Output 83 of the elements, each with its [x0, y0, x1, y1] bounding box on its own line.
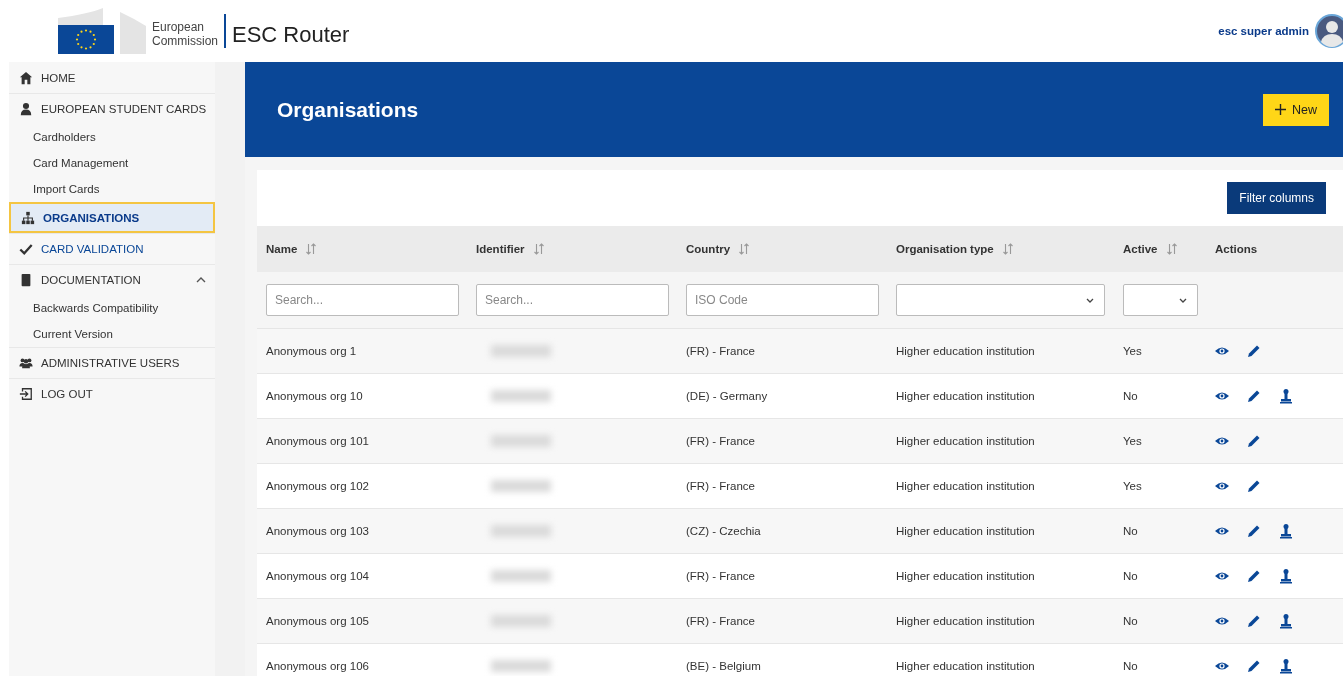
logo-text: Commission [152, 34, 218, 48]
new-button[interactable]: New [1263, 93, 1329, 126]
edit-pencil-icon[interactable] [1246, 523, 1262, 539]
table-cell: Higher education institution [896, 435, 1035, 447]
column-header[interactable]: Active [1123, 243, 1158, 255]
stamp-icon[interactable] [1278, 388, 1294, 404]
table-cell: Anonymous org 10 [266, 390, 363, 402]
table-cell: (DE) - Germany [686, 390, 768, 402]
table-cell: No [1123, 525, 1138, 537]
table-cell: Anonymous org 1 [266, 345, 357, 357]
column-header[interactable]: Country [686, 243, 731, 255]
edit-pencil-icon[interactable] [1246, 478, 1262, 494]
users-icon [19, 356, 33, 370]
table-cell: Higher education institution [896, 480, 1035, 492]
table-cell: (FR) - France [686, 615, 755, 627]
filter-columns-button[interactable]: Filter columns [1227, 182, 1326, 214]
person-icon [19, 102, 33, 116]
blurred-text [491, 570, 551, 582]
hierarchy-icon [21, 210, 35, 225]
edit-pencil-icon[interactable] [1246, 433, 1262, 449]
table-cell: Anonymous org 103 [266, 525, 369, 537]
column-header[interactable]: Identifier [476, 243, 525, 255]
table-cell: Yes [1123, 345, 1142, 357]
edit-pencil-icon[interactable] [1246, 388, 1262, 404]
sidebar-item[interactable]: ADMINISTRATIVE USERS [9, 347, 215, 378]
sidebar-item[interactable]: DOCUMENTATION [9, 264, 215, 295]
sidebar-subitem[interactable]: Import Cards [9, 176, 215, 202]
table-cell: Anonymous org 106 [266, 660, 369, 672]
sidebar-item[interactable]: HOME [9, 62, 215, 93]
edit-pencil-icon[interactable] [1246, 343, 1262, 359]
edit-pencil-icon[interactable] [1246, 658, 1262, 674]
blurred-text [491, 480, 551, 492]
table-cell: (FR) - France [686, 435, 755, 447]
edit-pencil-icon[interactable] [1246, 613, 1262, 629]
logo-text: European [152, 20, 206, 34]
book-icon [19, 273, 33, 287]
table-cell: No [1123, 570, 1138, 582]
table-cell: Yes [1123, 435, 1142, 447]
column-header: Actions [1215, 243, 1258, 255]
check-icon [19, 242, 33, 256]
table-cell: (BE) - Belgium [686, 660, 761, 672]
table-cell: Higher education institution [896, 570, 1035, 582]
column-header[interactable]: Organisation type [896, 243, 994, 255]
page-title: Organisations [277, 97, 419, 122]
table-cell: Higher education institution [896, 525, 1035, 537]
search-field[interactable]: ISO Code [686, 284, 879, 316]
sidebar-item[interactable]: ORGANISATIONS [9, 202, 215, 233]
stamp-icon[interactable] [1278, 658, 1294, 674]
table-cell: Anonymous org 101 [266, 435, 369, 447]
edit-pencil-icon[interactable] [1246, 568, 1262, 584]
blurred-text [491, 390, 551, 402]
home-icon [19, 70, 33, 85]
table-cell: Anonymous org 105 [266, 615, 369, 627]
stamp-icon[interactable] [1278, 613, 1294, 629]
sidebar-subitem[interactable]: Card Management [9, 150, 215, 176]
table-cell: (FR) - France [686, 345, 755, 357]
table-cell: (FR) - France [686, 480, 755, 492]
table-cell: Higher education institution [896, 615, 1035, 627]
table-cell: Yes [1123, 480, 1142, 492]
table-cell: (CZ) - Czechia [686, 525, 761, 537]
sidebar-subitem[interactable]: Backwards Compatibility [9, 295, 215, 321]
app-title: ESC Router [232, 21, 350, 48]
stamp-icon[interactable] [1278, 523, 1294, 539]
sidebar-subitem[interactable]: Cardholders [9, 124, 215, 150]
table-cell: No [1123, 660, 1138, 672]
column-header[interactable]: Name [266, 243, 298, 255]
stamp-icon[interactable] [1278, 568, 1294, 584]
logout-icon [19, 387, 33, 401]
user-name[interactable]: esc super admin [1218, 25, 1309, 37]
table-cell: Anonymous org 102 [266, 480, 369, 492]
table-cell: Higher education institution [896, 390, 1035, 402]
table-cell: (FR) - France [686, 570, 755, 582]
sidebar-subitem[interactable]: Current Version [9, 321, 215, 347]
plus-icon [1275, 104, 1286, 115]
table-cell: No [1123, 390, 1138, 402]
table-cell: No [1123, 615, 1138, 627]
blurred-text [491, 660, 551, 672]
search-field[interactable]: Search... [266, 284, 459, 316]
avatar-icon[interactable] [1315, 14, 1343, 48]
table-cell: Higher education institution [896, 345, 1035, 357]
table-cell: Higher education institution [896, 660, 1035, 672]
table-cell: Anonymous org 104 [266, 570, 369, 582]
search-field[interactable]: Search... [476, 284, 669, 316]
